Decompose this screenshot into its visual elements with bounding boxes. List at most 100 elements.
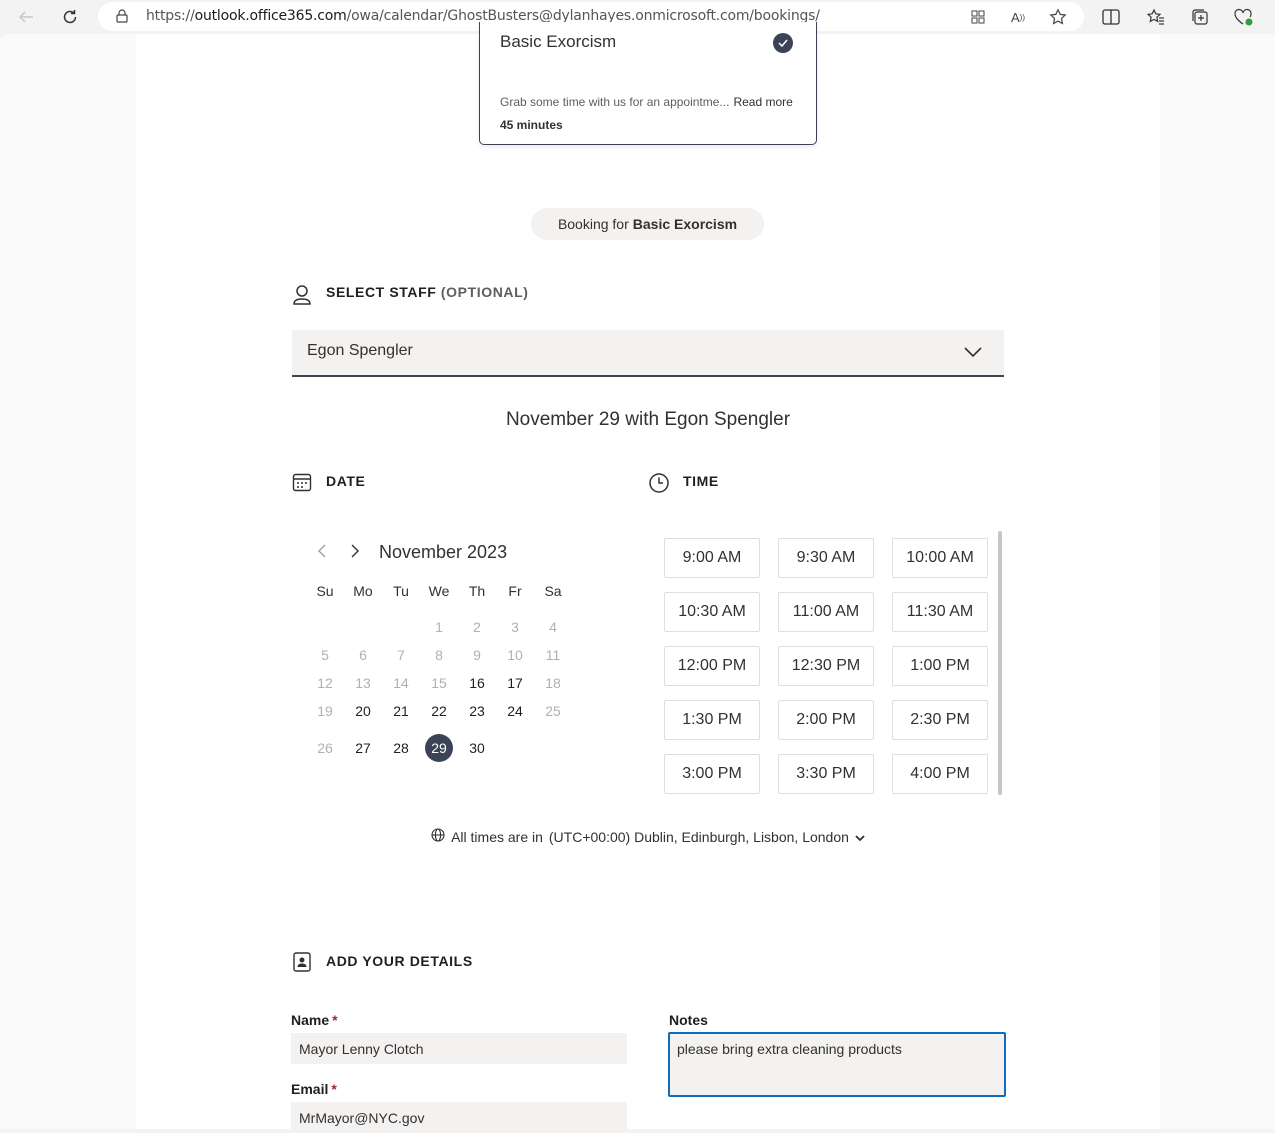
calendar-day: 13	[355, 675, 371, 691]
contact-card-icon	[292, 951, 314, 973]
time-slot-button[interactable]: 12:00 PM	[664, 646, 760, 686]
time-slot-button[interactable]: 10:30 AM	[664, 592, 760, 632]
time-slot-button[interactable]: 2:00 PM	[778, 700, 874, 740]
selected-check-icon	[773, 33, 793, 53]
calendar-day[interactable]: 17	[501, 669, 529, 697]
booking-for-prefix: Booking for	[557, 216, 629, 232]
weekday-header: Th	[468, 583, 486, 599]
staff-dropdown[interactable]: Egon Spengler	[292, 330, 1004, 377]
person-icon	[292, 284, 314, 306]
back-icon[interactable]	[14, 5, 38, 29]
weekday-header: Tu	[393, 583, 409, 599]
select-staff-label: SELECT STAFF	[326, 284, 437, 300]
calendar-day: 10	[507, 647, 523, 663]
calendar-day: 15	[431, 675, 447, 691]
required-asterisk: *	[332, 1012, 338, 1028]
calendar-day: 8	[435, 647, 443, 663]
service-duration: 45 minutes	[500, 118, 563, 132]
timezone-value: (UTC+00:00) Dublin, Edinburgh, Lisbon, L…	[548, 828, 849, 845]
calendar-day[interactable]: 16	[463, 669, 491, 697]
time-slot-button[interactable]: 9:30 AM	[778, 538, 874, 578]
favorite-star-icon[interactable]	[1048, 7, 1068, 27]
email-label-text: Email	[291, 1081, 329, 1097]
calendar-day: 4	[549, 619, 557, 635]
select-staff-heading: SELECT STAFF (OPTIONAL)	[326, 284, 529, 300]
date-heading: DATE	[326, 473, 366, 489]
time-slot-button[interactable]: 11:00 AM	[778, 592, 874, 632]
calendar-day: 6	[359, 647, 367, 663]
calendar-day: 19	[317, 703, 333, 719]
calendar-day[interactable]: 23	[463, 697, 491, 725]
time-slot-button[interactable]: 4:00 PM	[892, 754, 988, 794]
calendar-day: 3	[511, 619, 519, 635]
calendar-day: 25	[545, 703, 561, 719]
chevron-left-icon[interactable]	[314, 543, 330, 559]
calendar-day[interactable]: 24	[501, 697, 529, 725]
calendar-day[interactable]: 28	[387, 734, 415, 762]
calendar-day: 18	[545, 675, 561, 691]
weekday-header: Sa	[544, 583, 562, 599]
calendar-day: 26	[317, 740, 333, 756]
timezone-prefix: All times are in	[451, 828, 543, 845]
service-title: Basic Exorcism	[500, 32, 617, 51]
calendar-day: 14	[393, 675, 409, 691]
calendar-day: 2	[473, 619, 481, 635]
split-screen-icon[interactable]	[1100, 6, 1122, 28]
time-slot-button[interactable]: 3:00 PM	[664, 754, 760, 794]
chevron-down-icon	[855, 829, 865, 845]
clock-icon	[648, 472, 670, 494]
time-slot-button[interactable]: 1:00 PM	[892, 646, 988, 686]
time-slot-button[interactable]: 11:30 AM	[892, 592, 988, 632]
collections-icon[interactable]	[1189, 6, 1211, 28]
required-asterisk: *	[331, 1081, 337, 1097]
browser-essentials-icon[interactable]	[1233, 6, 1255, 28]
booking-summary-heading: November 29 with Egon Spengler	[505, 409, 791, 430]
calendar-day: 11	[545, 647, 561, 663]
chevron-right-icon[interactable]	[347, 543, 363, 559]
app-grid-icon[interactable]	[968, 7, 988, 27]
booking-for-service: Basic Exorcism	[632, 216, 738, 232]
service-description: Grab some time with us for an appointme.…	[500, 95, 793, 109]
time-slot-button[interactable]: 1:30 PM	[664, 700, 760, 740]
add-details-heading: ADD YOUR DETAILS	[326, 953, 473, 969]
calendar-month-label: November 2023	[379, 542, 508, 562]
favorites-icon[interactable]	[1145, 6, 1167, 28]
calendar-day: 5	[321, 647, 329, 663]
timezone-selector[interactable]: All times are in (UTC+00:00) Dublin, Edi…	[292, 828, 1004, 845]
email-label: Email *	[291, 1081, 337, 1097]
time-slot-button[interactable]: 10:00 AM	[892, 538, 988, 578]
time-slot-button[interactable]: 3:30 PM	[778, 754, 874, 794]
booking-page	[136, 34, 1160, 1129]
notes-textarea[interactable]: please bring extra cleaning products	[668, 1032, 1006, 1097]
weekday-header: Su	[316, 583, 334, 599]
name-input[interactable]: Mayor Lenny Clotch	[291, 1033, 627, 1064]
calendar-day[interactable]: 22	[425, 697, 453, 725]
calendar-day[interactable]: 27	[349, 734, 377, 762]
read-more-link[interactable]: Read more	[733, 95, 792, 109]
time-slot-button[interactable]: 9:00 AM	[664, 538, 760, 578]
name-label-text: Name	[291, 1012, 330, 1028]
globe-icon	[431, 828, 445, 845]
chevron-down-icon	[964, 345, 982, 363]
time-heading: TIME	[683, 473, 719, 489]
calendar-icon	[292, 472, 314, 494]
calendar-day[interactable]: 20	[349, 697, 377, 725]
time-slots-scrollbar[interactable]	[998, 531, 1002, 795]
email-input[interactable]: MrMayor@NYC.gov	[291, 1102, 627, 1133]
lock-icon	[116, 9, 128, 28]
read-aloud-icon[interactable]: A))	[1008, 7, 1028, 27]
optional-label: (OPTIONAL)	[440, 284, 529, 300]
calendar-day: 7	[397, 647, 405, 663]
time-slot-button[interactable]: 12:30 PM	[778, 646, 874, 686]
calendar-day[interactable]: 21	[387, 697, 415, 725]
calendar-day[interactable]: 30	[463, 734, 491, 762]
staff-selected-value: Egon Spengler	[307, 342, 413, 359]
calendar-day-selected[interactable]: 29	[425, 734, 453, 762]
refresh-icon[interactable]	[58, 5, 82, 29]
time-slot-button[interactable]: 2:30 PM	[892, 700, 988, 740]
calendar-day: 1	[435, 619, 443, 635]
service-description-text: Grab some time with us for an appointme.…	[500, 95, 730, 109]
notes-label: Notes	[669, 1012, 708, 1028]
name-label: Name *	[291, 1012, 338, 1028]
calendar-day: 12	[317, 675, 333, 691]
